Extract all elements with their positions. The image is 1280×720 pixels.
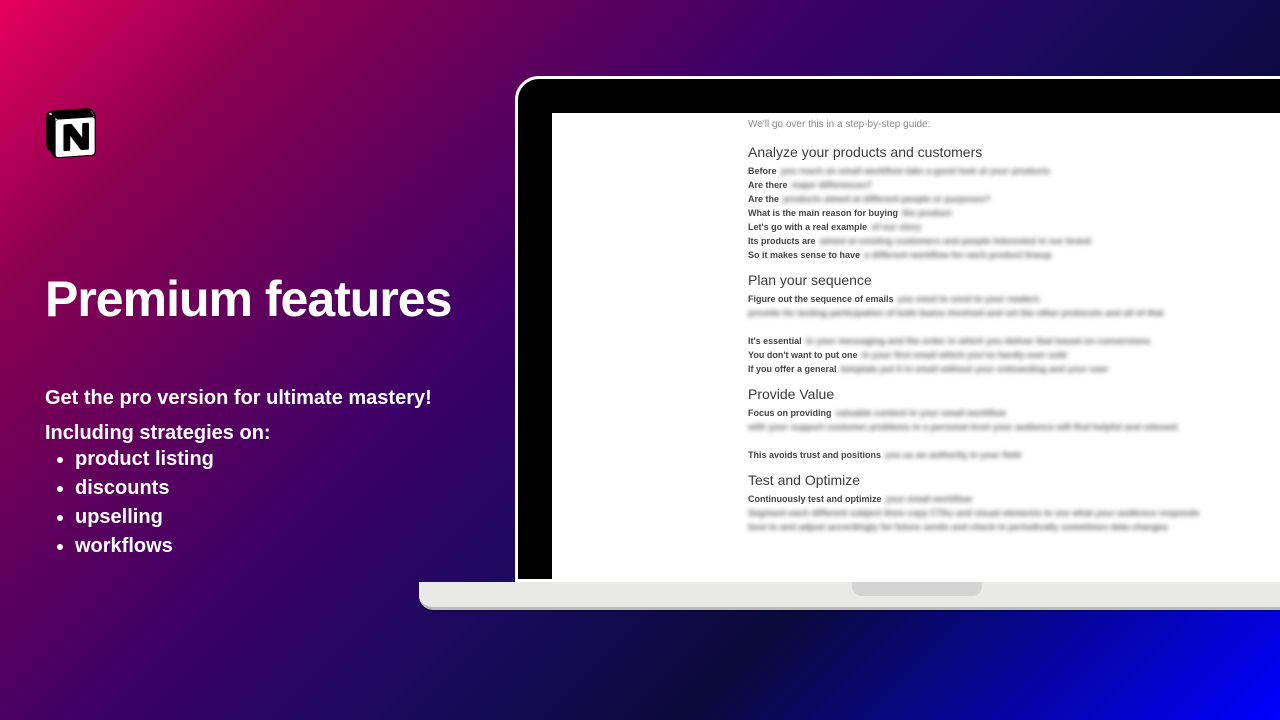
laptop-trackpad-notch	[852, 582, 982, 596]
doc-blurred-line: with your support customer problems in a…	[748, 422, 1280, 432]
doc-section-heading: Test and Optimize	[748, 472, 1280, 488]
laptop-mockup: We'll go over this in a step-by-step gui…	[515, 76, 1280, 610]
doc-section: Analyze your products and customers Befor…	[748, 144, 1280, 260]
doc-section: Plan your sequence Figure out the sequenc…	[748, 272, 1280, 374]
notion-logo-icon	[45, 108, 97, 160]
doc-blurred-line: provide for testing participation of bot…	[748, 308, 1280, 318]
doc-intro-text: We'll go over this in a step-by-step gui…	[748, 119, 1280, 130]
doc-section-heading: Analyze your products and customers	[748, 144, 1280, 160]
doc-blurred-line: Segment each different subject lines cop…	[748, 508, 1280, 518]
doc-blurred-line: Focus on providingvaluable content in yo…	[748, 408, 1280, 418]
doc-section-heading: Plan your sequence	[748, 272, 1280, 288]
doc-blurred-line: Beforeyou reach an email workflow take a…	[748, 166, 1280, 176]
doc-blurred-line: It's essentialin your messaging and the …	[748, 336, 1280, 346]
list-item: discounts	[75, 474, 495, 503]
doc-blurred-line: So it makes sense to havea different wor…	[748, 250, 1280, 260]
doc-blurred-line: You don't want to put onein your first e…	[748, 350, 1280, 360]
doc-blurred-line: This avoids trust and positionsyou as an…	[748, 450, 1280, 460]
subtitle: Get the pro version for ultimate mastery…	[45, 387, 495, 410]
page-title: Premium features	[45, 272, 495, 327]
list-item: product listing	[75, 445, 495, 474]
strategies-label: Including strategies on:	[45, 422, 495, 445]
laptop-screen-bezel: We'll go over this in a step-by-step gui…	[515, 76, 1280, 582]
doc-blurred-line: Its products areaimed at existing custom…	[748, 236, 1280, 246]
doc-blurred-line	[748, 322, 1280, 332]
doc-blurred-line: If you offer a generaltemplate put it in…	[748, 364, 1280, 374]
doc-section-heading: Provide Value	[748, 386, 1280, 402]
doc-blurred-line: Are theproducts aimed at different peopl…	[748, 194, 1280, 204]
doc-blurred-line: best to and adjust accordingly for futur…	[748, 522, 1280, 532]
doc-blurred-line: Continuously test and optimizeyour email…	[748, 494, 1280, 504]
doc-blurred-line	[748, 436, 1280, 446]
list-item: upselling	[75, 503, 495, 532]
doc-blurred-line: Are theremajor differences?	[748, 180, 1280, 190]
doc-blurred-line: Figure out the sequence of emailsyou nee…	[748, 294, 1280, 304]
list-item: workflows	[75, 532, 495, 561]
document-preview: We'll go over this in a step-by-step gui…	[552, 113, 1280, 579]
doc-section: Provide Value Focus on providingvaluable …	[748, 386, 1280, 460]
doc-blurred-line: What is the main reason for buyingthe pr…	[748, 208, 1280, 218]
strategies-list: product listing discounts upselling work…	[45, 445, 495, 561]
doc-blurred-line: Let's go with a real exampleof our story	[748, 222, 1280, 232]
laptop-base	[419, 582, 1280, 610]
marketing-copy: Premium features Get the pro version for…	[45, 272, 495, 561]
doc-section: Test and Optimize Continuously test and o…	[748, 472, 1280, 532]
